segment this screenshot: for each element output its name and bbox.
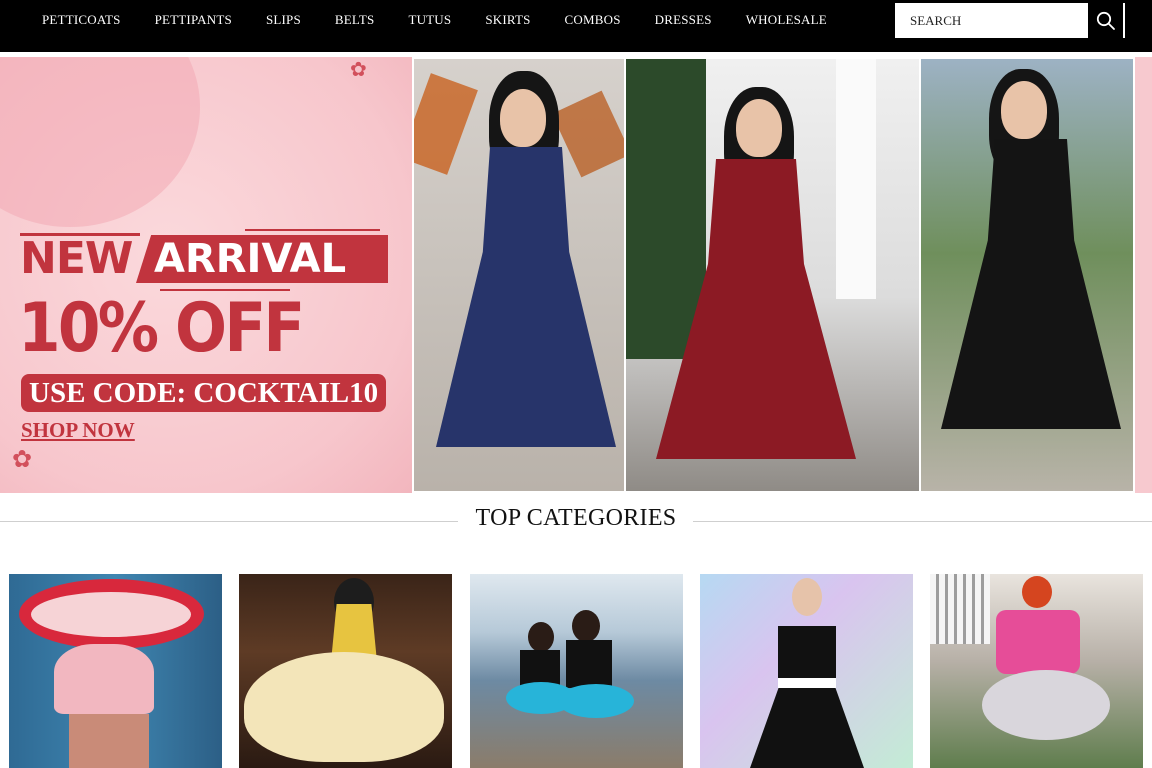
- hero-banner[interactable]: NEW ARRIVAL 10% OFF USE CODE: COCKTAIL10…: [0, 57, 1152, 493]
- headline-arrival: ARRIVAL: [136, 235, 388, 283]
- model-face: [500, 89, 546, 147]
- hero-model-photo-black: [919, 57, 1135, 493]
- search-button[interactable]: [1089, 3, 1125, 38]
- black-top: [566, 640, 612, 688]
- category-card-petticoat[interactable]: [9, 574, 222, 768]
- model-face: [792, 578, 822, 616]
- blue-tutu: [558, 684, 634, 718]
- category-card-dress-black[interactable]: [700, 574, 913, 768]
- hero-model-photo-burgundy: [624, 57, 921, 493]
- column-background: [836, 59, 876, 299]
- promo-code-badge: USE CODE: COCKTAIL10: [21, 374, 387, 412]
- nav-link-wholesale[interactable]: WHOLESALE: [746, 12, 827, 28]
- black-skirt: [750, 688, 864, 768]
- category-card-petticoat-skirt[interactable]: [930, 574, 1143, 768]
- porch-railing: [930, 574, 990, 644]
- flower-icon: ✿: [350, 59, 367, 81]
- nav-link-belts[interactable]: BELTS: [335, 12, 375, 28]
- decorative-swoosh: [0, 57, 200, 227]
- white-tutu-layer: [31, 592, 191, 637]
- legs: [69, 714, 149, 768]
- woman-head: [572, 610, 600, 642]
- top-navigation-bar: PETTICOATS PETTIPANTS SLIPS BELTS TUTUS …: [0, 0, 1152, 52]
- autumn-leaf-decoration: [414, 73, 478, 175]
- pink-ruffle: [54, 644, 154, 714]
- nav-link-dresses[interactable]: DRESSES: [655, 12, 712, 28]
- nav-link-petticoats[interactable]: PETTICOATS: [42, 12, 121, 28]
- search-input[interactable]: [895, 3, 1088, 38]
- model-face: [736, 99, 782, 157]
- model-face: [1001, 81, 1047, 139]
- decorative-line: [245, 229, 380, 231]
- red-hair: [1022, 576, 1052, 608]
- section-divider: [0, 521, 458, 522]
- pink-jacket: [996, 610, 1080, 674]
- hero-model-photo-navy: [412, 57, 626, 493]
- section-divider: [693, 521, 1152, 522]
- nav-link-skirts[interactable]: SKIRTS: [485, 12, 530, 28]
- hero-promo-area: NEW ARRIVAL 10% OFF USE CODE: COCKTAIL10…: [0, 57, 420, 493]
- black-bodice: [778, 626, 836, 678]
- navy-dress: [436, 147, 616, 447]
- black-dress: [941, 139, 1121, 429]
- headline-new: NEW: [20, 233, 133, 284]
- nav-link-combos[interactable]: COMBOS: [565, 12, 621, 28]
- girl-head: [528, 622, 554, 652]
- grey-tulle-skirt: [982, 670, 1110, 740]
- category-card-dress-yellow[interactable]: [239, 574, 452, 768]
- shop-now-link[interactable]: SHOP NOW: [21, 418, 135, 443]
- white-belt: [778, 678, 836, 688]
- top-categories-title: TOP CATEGORIES: [475, 505, 677, 531]
- main-menu: PETTICOATS PETTIPANTS SLIPS BELTS TUTUS …: [42, 12, 827, 28]
- nav-link-pettipants[interactable]: PETTIPANTS: [155, 12, 232, 28]
- tree-background: [626, 59, 706, 359]
- category-card-tutus[interactable]: [470, 574, 683, 768]
- nav-link-tutus[interactable]: TUTUS: [408, 12, 451, 28]
- nav-link-slips[interactable]: SLIPS: [266, 12, 301, 28]
- flower-icon: ✿: [12, 447, 33, 473]
- discount-text: 10% OFF: [18, 289, 305, 368]
- search-icon: [1096, 11, 1115, 30]
- cream-petticoat: [244, 652, 444, 762]
